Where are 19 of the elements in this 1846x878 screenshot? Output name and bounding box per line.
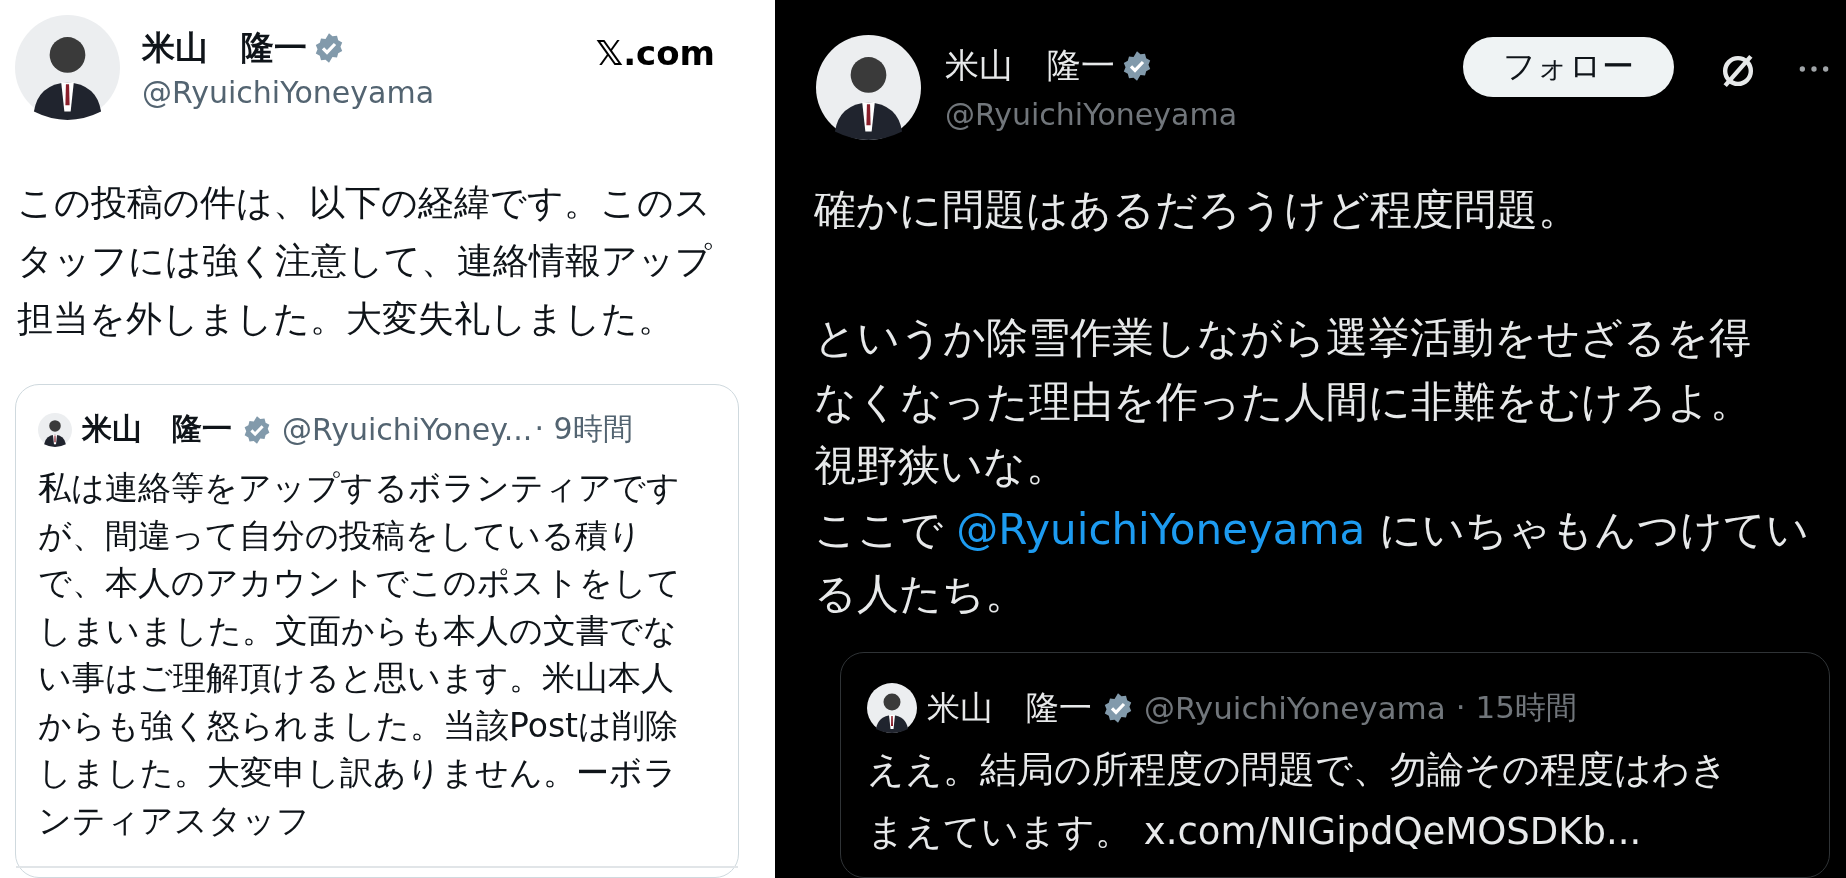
author-name: 米山 隆一 — [927, 686, 1092, 729]
post-text: この投稿の件は、以下の経緯です。このス タッフには強く注意して、連絡情報アップ 担当を外しました。大変失礼しました。 — [17, 181, 713, 341]
post-text: 確かに問題はあるだろうけど程度問題。 というか除雪作業しながら選挙活動をせざるを得 なくなった理由を作った人間に非難をむけろよ。 視野狭いな。 ここで @RyuichiYoneyama にいちゃもんつけてい る人たち。 — [814, 184, 1810, 620]
post-time: · 9時間 — [534, 410, 633, 448]
site-logo: 𝕏.com — [595, 33, 715, 73]
quoted-post-text: ええ。結局の所程度の問題で、勿論その程度はわき まえています。 x.com/NIGipdQeMOSDKb... — [867, 747, 1729, 855]
author-handle: @RyuichiYoneyama — [945, 97, 1239, 132]
follow-button[interactable]: フォロー — [1463, 37, 1674, 97]
author-handle: @RyuichiYoney... — [282, 412, 533, 447]
quoted-post-text: 私は連絡等をアップするボランティアです が、間違って自分の投稿をしている積り で、本人のアカウントでこのポストをして しまいました。文面からも本人の文書でな い事はご理解頂けると思います。米山本人 からも強く怒られました。当該Postは削除 しました。大変申し訳ありません。ーボラ ンティアスタッフ — [38, 467, 682, 842]
author-handle: @RyuichiYoneyama — [142, 74, 436, 110]
author-name: 米山 隆一 — [142, 26, 307, 69]
author-name: 米山 隆一 — [82, 410, 232, 448]
avatar — [38, 412, 72, 447]
author-name: 米山 隆一 — [945, 44, 1115, 87]
mention-link[interactable]: @RyuichiYoneyama — [956, 505, 1366, 554]
post-time: · 15時間 — [1455, 688, 1577, 727]
avatar — [867, 683, 917, 733]
author-handle: @RyuichiYoneyama — [1144, 690, 1446, 726]
